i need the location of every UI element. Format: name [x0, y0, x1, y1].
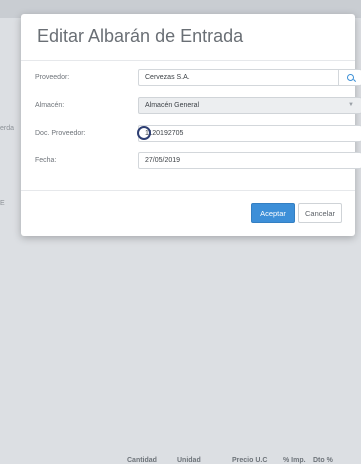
almacen-value: Almacén General — [145, 102, 200, 109]
doc-proveedor-input[interactable]: 1120192705 — [138, 125, 361, 142]
col-descuento: Dto % — [313, 457, 333, 464]
proveedor-field[interactable]: Cervezas S.A. — [138, 69, 361, 86]
col-precio: Precio U.C — [232, 457, 268, 464]
dialog-footer: Aceptar Cancelar — [21, 190, 355, 237]
col-unidad: Unidad — [177, 457, 201, 464]
background-fragment-2: E — [0, 200, 5, 207]
chevron-down-icon: ▼ — [348, 102, 354, 108]
accept-button[interactable]: Aceptar — [251, 203, 295, 223]
fecha-label: Fecha: — [35, 157, 57, 164]
doc-proveedor-label: Doc. Proveedor: — [35, 130, 86, 137]
dialog-title: Editar Albarán de Entrada — [37, 26, 244, 46]
proveedor-value: Cervezas S.A. — [145, 74, 190, 81]
click-indicator — [137, 126, 151, 140]
fecha-value: 27/05/2019 — [145, 157, 181, 164]
almacen-label: Almacén: — [35, 102, 65, 109]
background-fragment: erda — [0, 125, 15, 132]
almacen-select[interactable]: Almacén General ▼ — [138, 97, 361, 114]
col-cantidad: Cantidad — [127, 457, 157, 464]
search-icon — [346, 74, 354, 81]
fecha-input[interactable]: 27/05/2019 — [138, 152, 361, 169]
proveedor-search-button[interactable] — [338, 70, 361, 85]
dialog-header: Editar Albarán de Entrada — [21, 14, 355, 61]
cancel-button[interactable]: Cancelar — [298, 203, 342, 223]
proveedor-label: Proveedor: — [35, 74, 70, 81]
col-impuesto: % Imp. — [283, 457, 306, 464]
edit-dialog: Editar Albarán de Entrada Proveedor: Cer… — [21, 14, 361, 237]
